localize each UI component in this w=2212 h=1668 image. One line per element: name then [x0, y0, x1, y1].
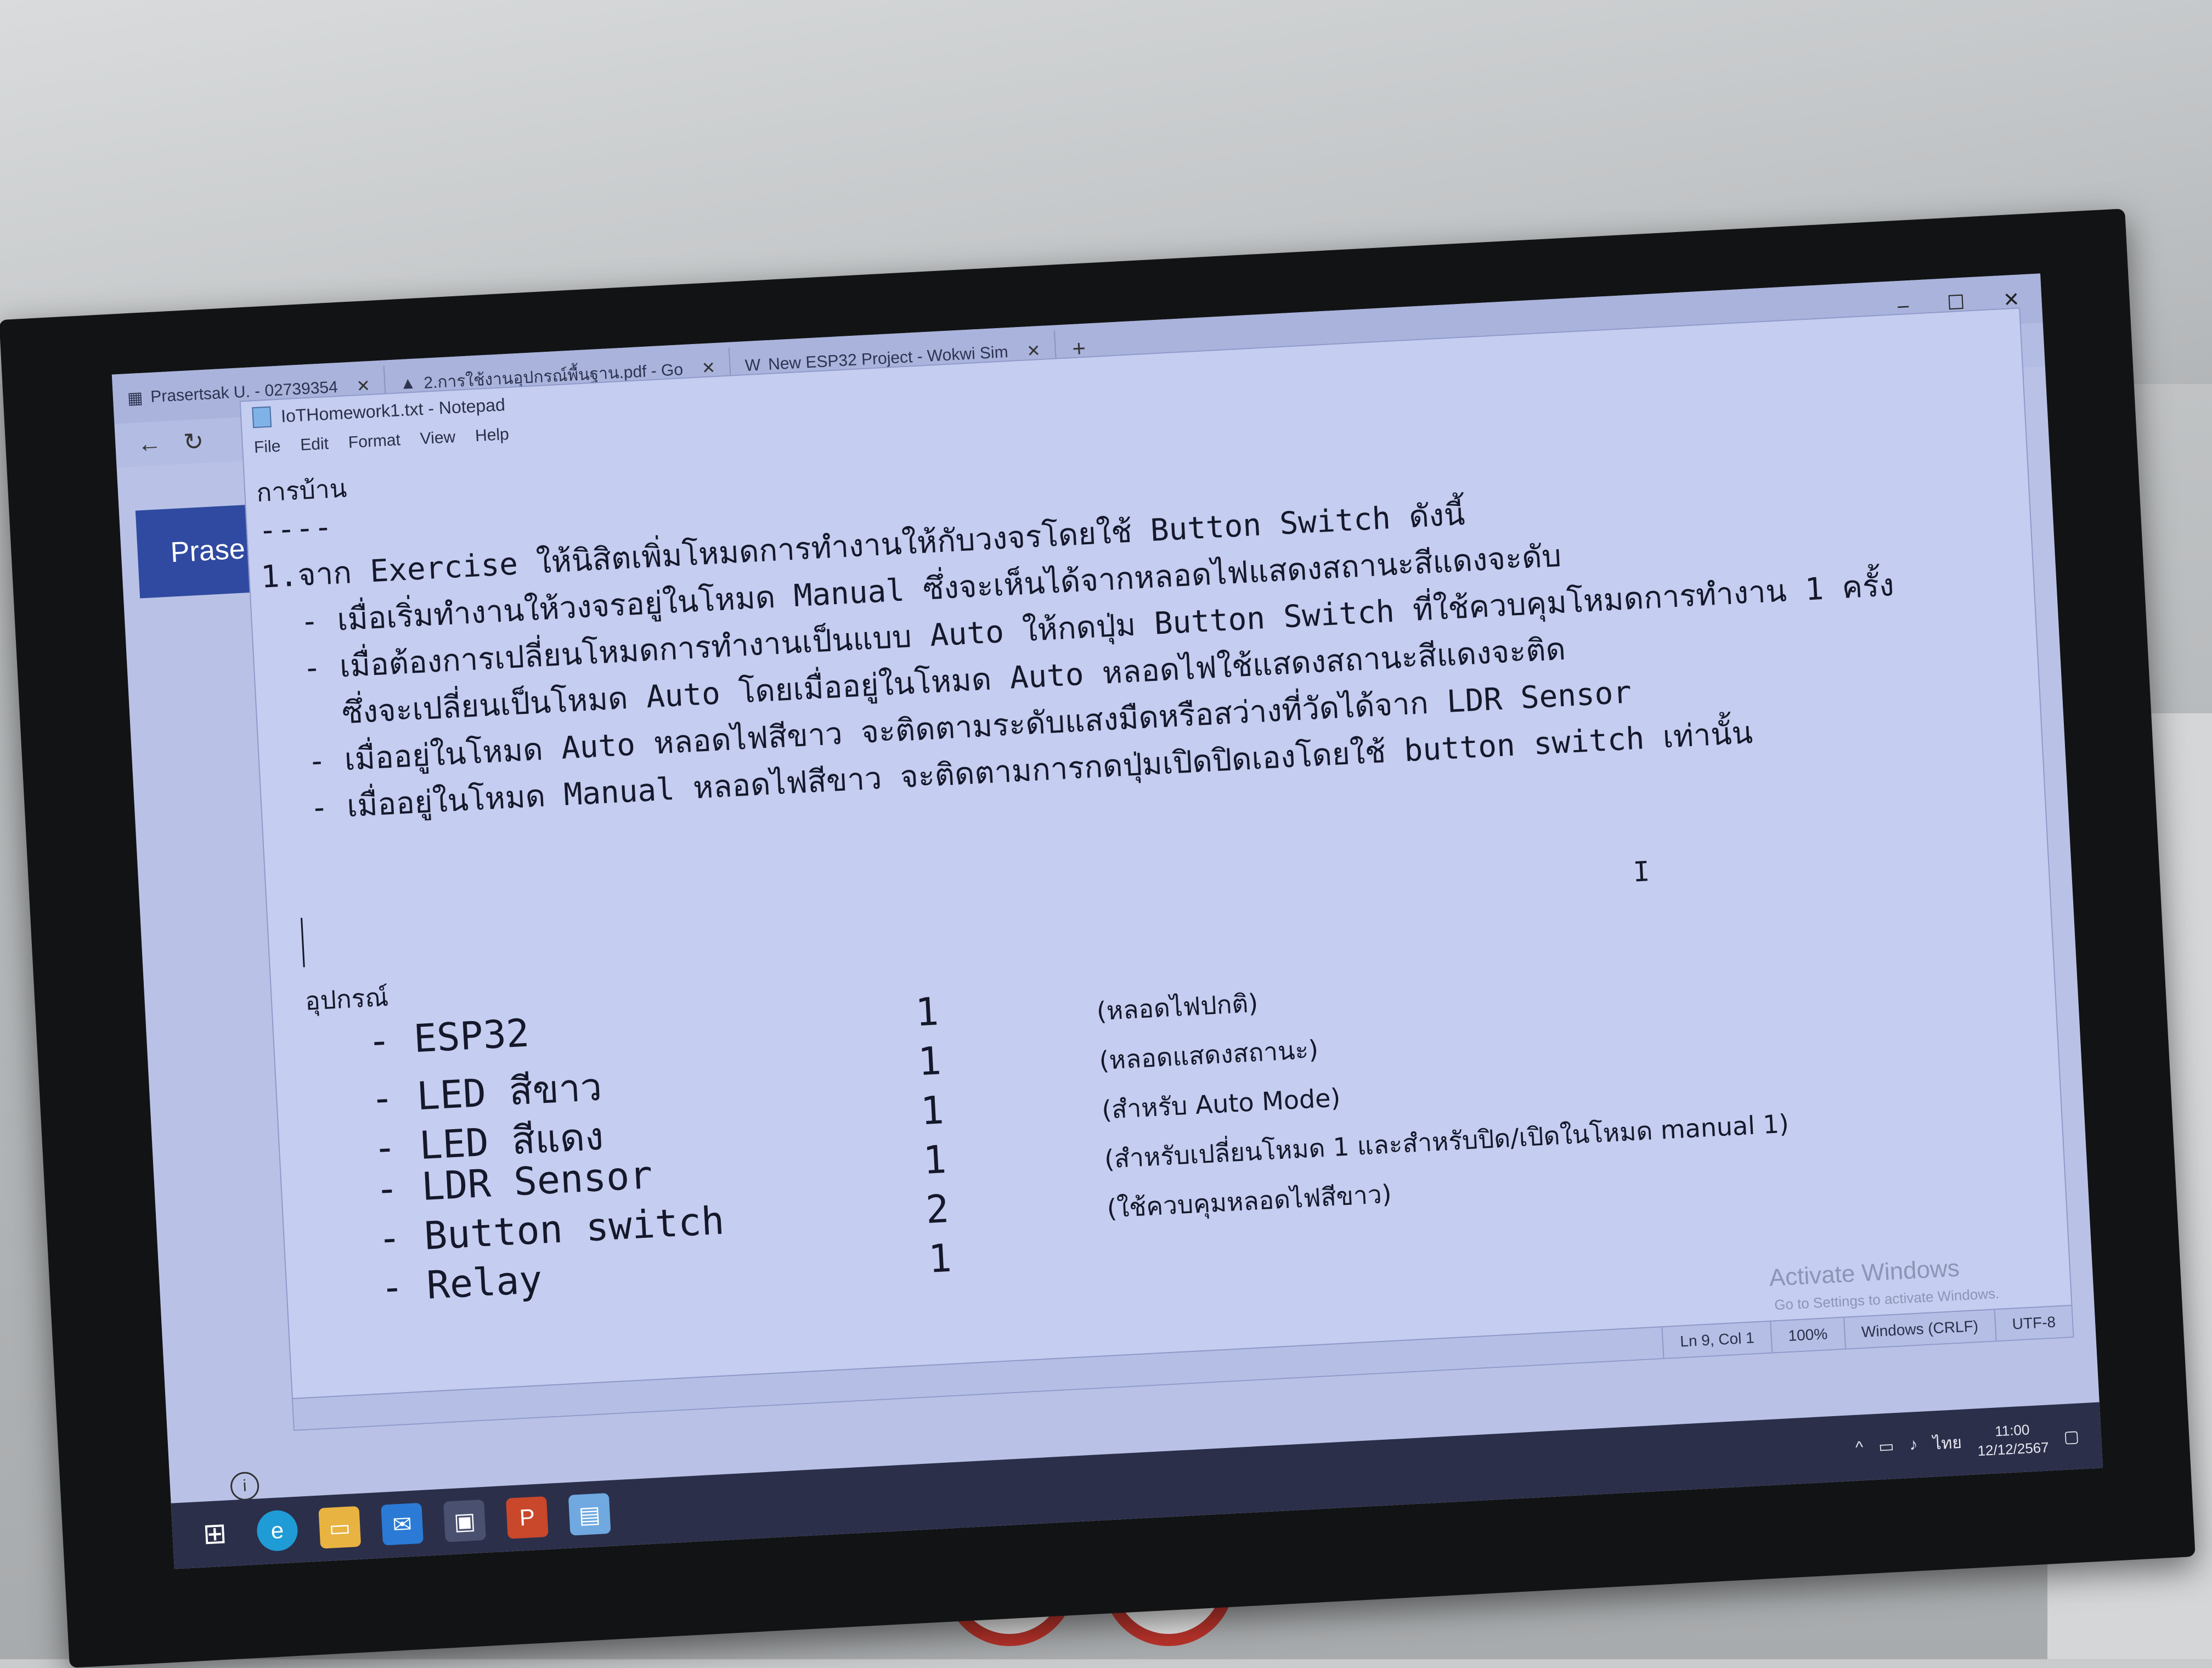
equipment-note: (หลอดแสดงสถานะ)	[1098, 1034, 1319, 1076]
back-arrow-icon[interactable]: ←	[137, 430, 162, 458]
clock-date: 12/12/2567	[1977, 1439, 2050, 1460]
notepad-window: IoTHomework1.txt - Notepad File Edit For…	[239, 307, 2074, 1431]
clock[interactable]: 11:00 12/12/2567	[1976, 1419, 2050, 1461]
equipment-note: (สำหรับ Auto Mode)	[1101, 1083, 1341, 1125]
equipment-qty: 1	[914, 989, 940, 1035]
text-line: ----	[257, 509, 334, 549]
store-icon[interactable]: ▣	[443, 1499, 486, 1542]
equipment-note: (ใช้ควบคุมหลอดไฟสีขาว)	[1106, 1179, 1392, 1224]
close-icon[interactable]: ✕	[356, 376, 371, 396]
menu-view[interactable]: View	[420, 428, 456, 448]
powerpoint-icon[interactable]: P	[505, 1496, 549, 1539]
close-icon[interactable]: ✕	[701, 358, 716, 378]
menu-help[interactable]: Help	[475, 425, 509, 446]
line-ending: Windows (CRLF)	[1843, 1310, 1996, 1349]
refresh-icon[interactable]: ↻	[183, 427, 204, 457]
equipment-qty: 1	[927, 1235, 953, 1282]
cursor-position: Ln 9, Col 1	[1662, 1321, 1772, 1359]
taskbar: ⊞ e ▭ ✉ ▣ P ▤ ^ ▭ ♪ ไทย 11:00 12/12/2567…	[171, 1402, 2103, 1569]
monitor: ▦ Prasertsak U. - 02739354 ✕ ▲ 2.การใช้ง…	[0, 208, 2196, 1668]
network-icon[interactable]: ▭	[1878, 1436, 1894, 1456]
sidebar-label: Prase	[170, 533, 246, 569]
text-caret	[301, 917, 305, 967]
equipment-qty: 1	[919, 1087, 945, 1134]
menu-format[interactable]: Format	[348, 431, 401, 452]
ibeam-cursor-icon: I	[1632, 855, 1651, 888]
windows-start-icon[interactable]: ⊞	[194, 1513, 236, 1556]
calendar-icon: ▦	[127, 388, 144, 408]
menu-edit[interactable]: Edit	[300, 435, 329, 455]
input-language[interactable]: ไทย	[1932, 1429, 1962, 1457]
window-title: IoTHomework1.txt - Notepad	[280, 394, 506, 426]
notification-icon[interactable]: ▢	[2063, 1427, 2080, 1446]
equipment-header: อุปกรณ์	[304, 982, 390, 1016]
encoding: UTF-8	[1994, 1305, 2073, 1341]
notepad-taskbar-icon[interactable]: ▤	[568, 1492, 611, 1536]
edge-browser-icon[interactable]: e	[256, 1509, 299, 1552]
zoom-level: 100%	[1770, 1317, 1845, 1353]
screen: ▦ Prasertsak U. - 02739354 ✕ ▲ 2.การใช้ง…	[111, 273, 2103, 1569]
chevron-up-icon[interactable]: ^	[1855, 1438, 1864, 1457]
drive-icon: ▲	[399, 374, 417, 393]
equipment-qty: 1	[922, 1137, 948, 1184]
equipment-qty: 2	[924, 1186, 950, 1232]
equipment-qty: 1	[917, 1038, 943, 1085]
equipment-name: - Relay	[379, 1256, 544, 1311]
info-icon[interactable]: i	[229, 1471, 260, 1502]
close-icon[interactable]: ✕	[1026, 341, 1041, 360]
notepad-icon	[252, 406, 272, 429]
menu-file[interactable]: File	[253, 437, 281, 457]
system-tray: ^ ▭ ♪ ไทย 11:00 12/12/2567 ▢	[1854, 1417, 2102, 1467]
equipment-note: (หลอดไฟปกติ)	[1096, 988, 1259, 1027]
equipment-name: - ESP32	[366, 1010, 531, 1064]
text-editor-area[interactable]: การบ้าน ---- 1.จาก Exercise ให้นิสิตเพิ่…	[255, 379, 2044, 1357]
file-explorer-icon[interactable]: ▭	[318, 1506, 362, 1549]
speaker-icon[interactable]: ♪	[1909, 1435, 1918, 1455]
mail-icon[interactable]: ✉	[381, 1502, 424, 1546]
wokwi-icon: W	[744, 356, 761, 375]
